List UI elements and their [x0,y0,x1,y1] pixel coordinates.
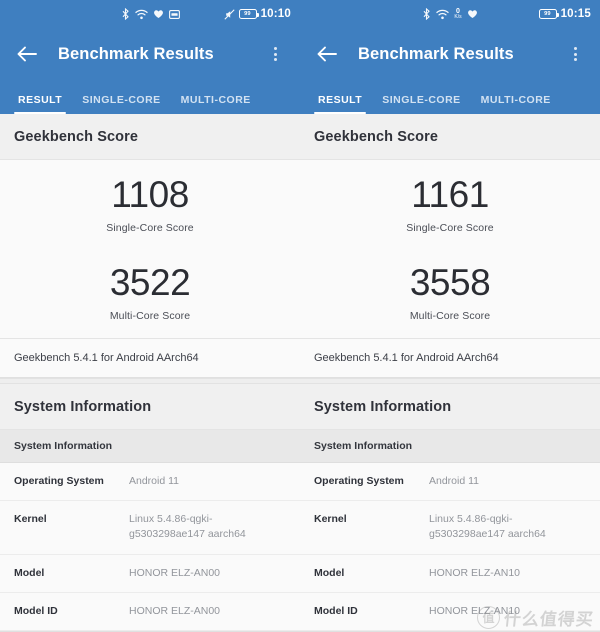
tab-multi-core[interactable]: MULTI-CORE [171,94,261,114]
multi-core-score-label: Multi-Core Score [109,309,191,322]
network-speed-unit: K/s [454,14,462,20]
tab-result[interactable]: RESULT [8,94,72,114]
row-key: Model ID [314,604,358,617]
network-speed-icon: 0 K/s [454,8,461,20]
back-arrow-icon[interactable] [14,41,40,67]
row-key: Operating System [14,474,104,487]
mute-icon [223,8,235,20]
single-core-score-block: 1108 Single-Core Score [0,160,300,242]
table-row: Kernel Linux 5.4.86-qgki-g5303298ae147 a… [300,501,600,555]
table-row: Kernel Linux 5.4.86-qgki-g5303298ae147 a… [0,501,300,555]
screenshot-root: 99 10:10 Benchmark Results RESULT SINGLE… [0,0,600,632]
row-value: HONOR ELZ-AN10 [429,604,521,617]
multi-core-score-label: Multi-Core Score [409,309,491,322]
system-information-header: System Information [300,383,600,430]
bluetooth-icon [422,8,431,20]
geekbench-score-card: Geekbench Score 1108 Single-Core Score 3… [0,114,300,378]
row-value: HONOR ELZ-AN10 [429,566,521,579]
single-core-score-label: Single-Core Score [106,221,194,234]
system-information-card: System Information System Information Op… [0,383,300,632]
row-value: Linux 5.4.86-qgki-g5303298ae147 aarch64 [129,513,246,541]
table-row: Model HONOR ELZ-AN10 [300,554,600,593]
overflow-menu-icon[interactable] [564,40,586,68]
system-information-header: System Information [0,383,300,430]
status-bar-right: 0 K/s 99 10:15 [300,0,600,28]
content-left: Geekbench Score 1108 Single-Core Score 3… [0,114,300,632]
row-key: Operating System [314,474,404,487]
status-bar-clock: 10:15 [560,8,591,20]
tab-multi-core[interactable]: MULTI-CORE [471,94,561,114]
panel-right: 0 K/s 99 10:15 Benchmark Results RESULT … [300,0,600,632]
single-core-score-value: 1108 [111,174,189,215]
app-bar-right: Benchmark Results [300,28,600,80]
row-key: Model ID [14,604,58,617]
tab-result[interactable]: RESULT [308,94,372,114]
content-right: Geekbench Score 1161 Single-Core Score 3… [300,114,600,632]
status-bar-left: 99 10:10 [0,0,300,28]
multi-core-score-value: 3522 [109,261,191,303]
row-key: Model [14,566,45,579]
page-title: Benchmark Results [358,44,514,63]
table-row: Model ID HONOR ELZ-AN10 [300,592,600,631]
heart-icon [467,9,478,19]
multi-core-score-block: 3558 Multi-Core Score [300,241,600,338]
row-key: Kernel [314,513,347,526]
battery-icon: 99 [538,9,559,19]
sim-card-icon [168,9,180,19]
system-information-card: System Information System Information Op… [300,383,600,632]
page-title: Benchmark Results [58,44,214,63]
row-key: Kernel [14,513,47,526]
row-key: Model [314,566,345,579]
table-row: Model HONOR ELZ-AN00 [0,554,300,593]
geekbench-version-text: Geekbench 5.4.1 for Android AArch64 [300,337,600,377]
wifi-icon [436,9,450,20]
tab-single-core[interactable]: SINGLE-CORE [372,94,470,114]
table-row: Model ID HONOR ELZ-AN00 [0,592,300,631]
row-value: Android 11 [129,474,180,487]
multi-core-score-block: 3522 Multi-Core Score [0,241,300,338]
tab-bar-left: RESULT SINGLE-CORE MULTI-CORE [0,80,300,114]
geekbench-score-header: Geekbench Score [0,114,300,160]
back-arrow-icon[interactable] [314,41,340,67]
geekbench-version-text: Geekbench 5.4.1 for Android AArch64 [0,337,300,377]
system-information-subheader: System Information [300,429,600,463]
battery-icon: 99 [238,9,259,19]
row-value: Android 11 [429,474,480,487]
single-core-score-block: 1161 Single-Core Score [300,160,600,242]
tab-bar-right: RESULT SINGLE-CORE MULTI-CORE [300,80,600,114]
geekbench-score-header: Geekbench Score [300,114,600,160]
tab-single-core[interactable]: SINGLE-CORE [72,94,170,114]
status-bar-right-left-panel: 99 10:10 [223,0,291,28]
multi-core-score-value: 3558 [409,261,491,303]
battery-level-text: 99 [544,11,551,17]
wifi-icon [134,9,148,20]
heart-icon [153,9,164,19]
table-row: Operating System Android 11 [0,462,300,502]
system-information-subheader: System Information [0,429,300,463]
row-value: HONOR ELZ-AN00 [129,566,221,579]
status-bar-clock: 10:10 [260,8,291,20]
single-core-score-value: 1161 [411,174,489,215]
table-row: Operating System Android 11 [300,462,600,502]
app-bar-left: Benchmark Results [0,28,300,80]
battery-level-text: 99 [244,11,251,17]
overflow-menu-icon[interactable] [264,40,286,68]
row-value: Linux 5.4.86-qgki-g5303298ae147 aarch64 [429,513,546,541]
bluetooth-icon [121,8,130,20]
single-core-score-label: Single-Core Score [406,221,494,234]
row-value: HONOR ELZ-AN00 [129,604,221,617]
geekbench-score-card: Geekbench Score 1161 Single-Core Score 3… [300,114,600,378]
panel-left: 99 10:10 Benchmark Results RESULT SINGLE… [0,0,300,632]
status-bar-right-right-panel: 99 10:15 [538,0,591,28]
